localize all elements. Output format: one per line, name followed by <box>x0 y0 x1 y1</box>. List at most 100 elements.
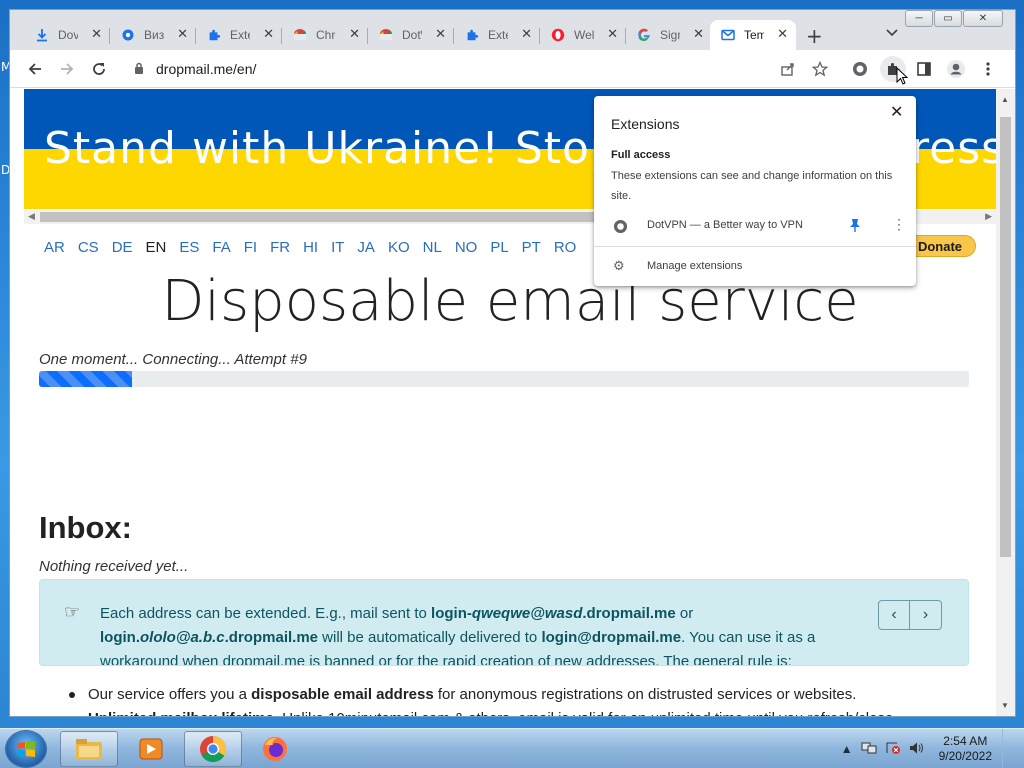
popup-divider <box>594 246 916 247</box>
pin-icon[interactable] <box>849 218 861 235</box>
language-link[interactable]: CS <box>78 239 99 256</box>
connecting-status: One moment... Connecting... Attempt #9 <box>39 351 307 368</box>
browser-tab[interactable]: Sign ✕ <box>626 20 712 50</box>
bookmark-button[interactable] <box>809 58 831 80</box>
chrome-menu-button[interactable] <box>977 58 999 80</box>
tab-strip: Dov✕Виз✕Exte✕Chro✕Dot\✕Exte✕Wel✕Sign✕Tem… <box>10 10 1015 50</box>
carousel-next-button[interactable]: › <box>910 600 942 630</box>
share-button[interactable] <box>777 58 799 80</box>
tab-close-button[interactable]: ✕ <box>177 26 188 42</box>
tab-close-button[interactable]: ✕ <box>91 26 102 42</box>
dotvpn-extension-button[interactable] <box>849 58 871 80</box>
full-access-heading: Full access <box>611 149 671 161</box>
scroll-right-icon[interactable]: ▶ <box>985 211 992 222</box>
forward-button[interactable] <box>56 58 78 80</box>
side-panel-button[interactable] <box>913 58 935 80</box>
reload-button[interactable] <box>88 58 110 80</box>
browser-tab[interactable]: Dot\ ✕ <box>368 20 454 50</box>
language-link[interactable]: FR <box>270 239 290 256</box>
window-controls: ─ ▭ ✕ <box>904 10 1003 27</box>
tab-close-button[interactable]: ✕ <box>521 26 532 42</box>
show-desktop-button[interactable] <box>1002 729 1014 768</box>
close-window-button[interactable]: ✕ <box>963 10 1003 27</box>
language-link[interactable]: HI <box>303 239 318 256</box>
clock-date: 9/20/2022 <box>938 749 992 763</box>
language-link[interactable]: DE <box>112 239 133 256</box>
tab-title: Exte <box>230 28 250 42</box>
more-vert-icon <box>986 62 990 76</box>
browser-tab[interactable]: Tem ✕ <box>710 20 796 50</box>
browser-tab[interactable]: Exte ✕ <box>196 20 282 50</box>
tab-search-button[interactable] <box>886 26 898 40</box>
language-link[interactable]: PL <box>490 239 508 256</box>
browser-toolbar: dropmail.me/en/ <box>10 50 1015 88</box>
clock-time: 2:54 AM <box>943 734 988 748</box>
language-link[interactable]: ES <box>179 239 199 256</box>
feature-list-item: Our service offers you a disposable emai… <box>64 683 893 707</box>
language-link[interactable]: NL <box>423 239 442 256</box>
tab-title: Chro <box>316 28 336 42</box>
scroll-up-icon[interactable]: ▲ <box>1001 95 1009 104</box>
inbox-heading: Inbox: <box>39 510 132 545</box>
vertical-scrollbar[interactable]: ▲ ▼ <box>996 89 1015 716</box>
inbox-empty-text: Nothing received yet... <box>39 558 189 575</box>
taskbar-chrome-button[interactable] <box>184 731 242 767</box>
scroll-left-icon[interactable]: ◀ <box>28 211 35 222</box>
scrollbar-thumb[interactable] <box>40 212 610 222</box>
puzzle-icon <box>464 27 480 43</box>
language-link[interactable]: KO <box>388 239 410 256</box>
language-link[interactable]: FA <box>212 239 230 256</box>
language-link[interactable]: PT <box>522 239 541 256</box>
language-link[interactable]: JA <box>357 239 375 256</box>
browser-tab[interactable]: Exte ✕ <box>454 20 540 50</box>
tab-title: Dov <box>58 28 78 42</box>
language-link[interactable]: IT <box>331 239 344 256</box>
language-link[interactable]: NO <box>455 239 478 256</box>
tab-close-button[interactable]: ✕ <box>607 26 618 42</box>
carousel-prev-button[interactable]: ‹ <box>878 600 910 630</box>
extension-more-button[interactable]: ⋮ <box>892 216 906 233</box>
back-button[interactable] <box>24 58 46 80</box>
tab-close-button[interactable]: ✕ <box>263 26 274 42</box>
browser-tab[interactable]: Dov ✕ <box>24 20 110 50</box>
network-icon[interactable] <box>861 741 877 758</box>
settings-icon <box>120 27 136 43</box>
popup-close-button[interactable]: ✕ <box>890 102 903 122</box>
profile-button[interactable] <box>945 58 967 80</box>
tab-close-button[interactable]: ✕ <box>777 26 788 42</box>
arrow-right-icon <box>61 63 74 75</box>
browser-tab[interactable]: Виз ✕ <box>110 20 196 50</box>
action-center-warning-icon[interactable] <box>885 741 901 758</box>
new-tab-button[interactable]: + <box>806 24 823 48</box>
progress-fill <box>39 371 132 387</box>
google-icon <box>636 27 652 43</box>
browser-window: Dov✕Виз✕Exte✕Chro✕Dot\✕Exte✕Wel✕Sign✕Tem… <box>10 10 1015 716</box>
browser-tab[interactable]: Wel ✕ <box>540 20 626 50</box>
minimize-button[interactable]: ─ <box>905 10 933 27</box>
taskbar-explorer-button[interactable] <box>60 731 118 767</box>
side-panel-icon <box>917 62 931 76</box>
taskbar-media-player-button[interactable] <box>122 731 180 767</box>
scroll-down-icon[interactable]: ▼ <box>1001 701 1009 710</box>
tab-close-button[interactable]: ✕ <box>435 26 446 42</box>
volume-icon[interactable] <box>909 741 925 758</box>
lock-icon <box>134 62 144 80</box>
address-bar[interactable]: dropmail.me/en/ <box>122 55 842 83</box>
start-button[interactable] <box>6 731 46 767</box>
popup-title: Extensions <box>611 116 680 132</box>
scrollbar-thumb[interactable] <box>1000 117 1011 557</box>
language-link[interactable]: RO <box>554 239 577 256</box>
manage-extensions-row[interactable]: ⚙ Manage extensions <box>594 256 916 278</box>
tray-expand-button[interactable]: ▲ <box>841 742 853 756</box>
language-link[interactable]: AR <box>44 239 65 256</box>
browser-tab[interactable]: Chro ✕ <box>282 20 368 50</box>
maximize-button[interactable]: ▭ <box>934 10 962 27</box>
language-link[interactable]: FI <box>244 239 257 256</box>
taskbar-clock[interactable]: 2:54 AM 9/20/2022 <box>939 734 992 764</box>
taskbar-firefox-button[interactable] <box>246 731 304 767</box>
tab-close-button[interactable]: ✕ <box>693 26 704 42</box>
tab-close-button[interactable]: ✕ <box>349 26 360 42</box>
extension-row-dotvpn[interactable]: DotVPN — a Better way to VPN ⋮ <box>594 214 916 240</box>
arrow-left-icon <box>28 63 41 75</box>
tab-title: Tem <box>744 28 764 42</box>
